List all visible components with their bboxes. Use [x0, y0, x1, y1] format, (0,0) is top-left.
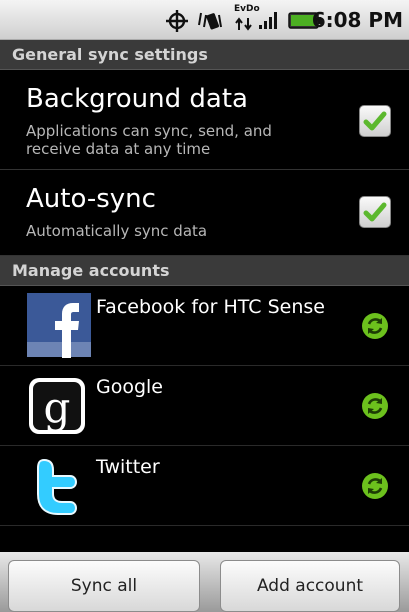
sync-icon [362, 393, 388, 419]
general-sync-header: General sync settings [0, 40, 409, 70]
gps-icon [166, 10, 188, 32]
auto-sync-summary: Automatically sync data [26, 222, 208, 240]
background-data-summary: Applications can sync, send, and receive… [26, 122, 272, 158]
data-arrows-icon [235, 17, 252, 31]
account-facebook[interactable]: Facebook for HTC Sense [0, 286, 409, 366]
account-name: Facebook for HTC Sense [96, 296, 325, 318]
account-name: Google [96, 376, 164, 398]
auto-sync-title: Auto-sync [26, 184, 156, 214]
background-data-setting[interactable]: Background data Applications can sync, s… [0, 70, 409, 170]
manage-accounts-header-label: Manage accounts [12, 261, 170, 280]
bottom-action-bar: Sync all Add account [0, 552, 409, 612]
add-account-button[interactable]: Add account [220, 560, 400, 612]
auto-sync-setting[interactable]: Auto-sync Automatically sync data [0, 170, 409, 256]
background-data-checkbox[interactable] [359, 105, 391, 137]
background-data-title: Background data [26, 84, 248, 114]
network-type-label: EvDo [234, 4, 260, 14]
google-icon: g [29, 378, 85, 434]
manage-accounts-header: Manage accounts [0, 256, 409, 286]
status-bar: EvDo 6:08 PM [0, 0, 409, 40]
check-icon [363, 111, 387, 131]
signal-icon [259, 12, 277, 29]
account-twitter[interactable]: Twitter [0, 446, 409, 526]
sync-icon [362, 313, 388, 339]
sync-all-button[interactable]: Sync all [8, 560, 200, 612]
account-name: Twitter [96, 456, 160, 478]
sync-icon [362, 473, 388, 499]
check-icon [363, 202, 387, 222]
twitter-icon [37, 458, 77, 515]
account-google[interactable]: g Google [0, 366, 409, 446]
status-time: 6:08 PM [311, 8, 403, 32]
auto-sync-checkbox[interactable] [359, 196, 391, 228]
svg-text:g: g [44, 383, 71, 432]
vibrate-icon [198, 12, 222, 30]
general-sync-header-label: General sync settings [12, 45, 208, 64]
facebook-icon [27, 293, 91, 358]
